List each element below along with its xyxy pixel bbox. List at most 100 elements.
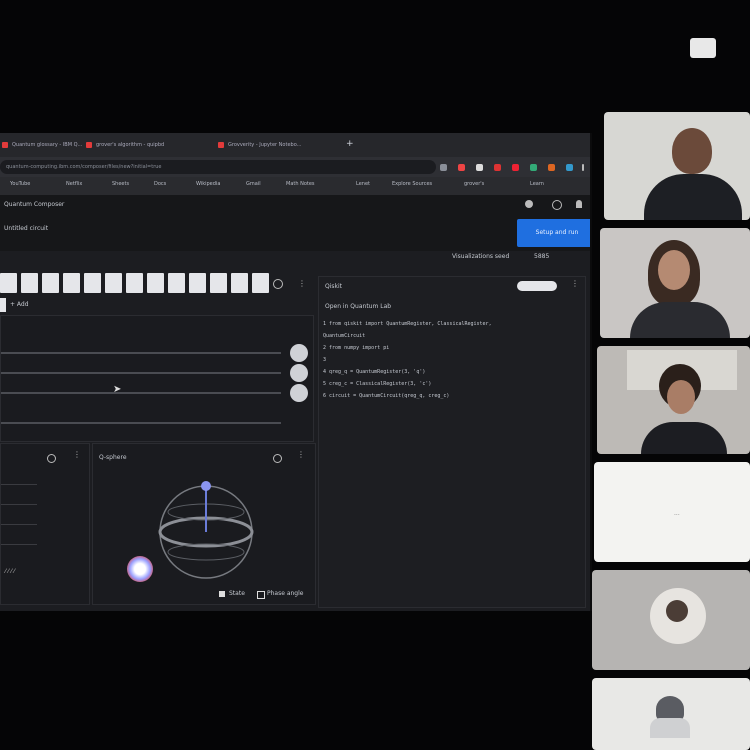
gate-tile[interactable] [252,273,269,293]
code-line: 6 circuit = QuantumCircuit(qreg_q, creg_… [323,393,450,399]
more-options-icon[interactable]: ⋮ [298,279,306,288]
open-in-lab-link[interactable]: Open in Quantum Lab [325,303,391,310]
tab-label: Quantum glossary - IBM Q... [12,142,83,148]
qsphere-graphic [158,481,254,579]
grid-line [1,544,37,545]
menu-icon[interactable] [582,164,584,171]
code-language-select[interactable]: Qiskit [325,283,342,290]
tab-favicon-icon [218,142,224,148]
tab-label: grover's algorithm - quipbd [96,142,165,148]
code-line: 4 qreg_q = QuantumRegister(3, 'q') [323,369,426,375]
participant-tile[interactable] [597,346,750,454]
user-icon[interactable] [576,200,582,208]
camera-icon[interactable] [690,38,716,58]
qubit-wire [1,372,281,374]
phase-angle-label: Phase angle [267,590,304,597]
gate-tile[interactable] [147,273,164,293]
participant-face [658,250,690,290]
participant-tile[interactable] [592,678,750,750]
gate-tile[interactable] [189,273,206,293]
bookmark[interactable]: grover's [464,181,484,187]
participant-tile[interactable]: ... [594,462,750,562]
qubit-toggle-icon[interactable] [290,364,308,382]
qubit-toggle-icon[interactable] [290,384,308,402]
gate-tile[interactable] [168,273,185,293]
more-options-icon[interactable]: ⋮ [571,279,579,288]
gate-tile[interactable] [84,273,101,293]
panel-settings-icon[interactable] [273,454,282,463]
code-line: 2 from numpy import pi [323,345,390,351]
panel-settings-icon[interactable] [47,454,56,463]
qubit-toggle-icon[interactable] [290,344,308,362]
bookmark[interactable]: Math Notes [286,181,315,187]
browser-tab[interactable]: Quantum glossary - IBM Q... [0,138,86,152]
zoom-icon[interactable] [440,164,447,171]
tab-label: Grovverity - Jupyter Notebo... [228,142,302,148]
participant-label: ... [674,510,680,517]
state-checkbox[interactable] [219,591,225,597]
gate-tile[interactable] [21,273,38,293]
bookmark[interactable]: Gmail [246,181,261,187]
bookmark[interactable]: Netflix [66,181,82,187]
participant-tile[interactable] [604,112,750,220]
bookmark[interactable]: Lenet [356,181,370,187]
extension-icon[interactable] [458,164,465,171]
gate-palette [0,273,269,295]
setup-and-run-button[interactable]: Setup and run [517,219,590,247]
bookmark[interactable]: YouTube [10,181,30,187]
participant-tile[interactable] [592,570,750,670]
tab-favicon-icon [2,142,8,148]
extension-icon[interactable] [566,164,573,171]
cursor-icon: ➤ [113,384,122,395]
new-tab-icon[interactable]: + [346,139,354,149]
extension-icon[interactable] [476,164,483,171]
code-line: 1 from qiskit import QuantumRegister, Cl… [323,321,492,327]
circuit-canvas[interactable]: ➤ [0,315,314,442]
browser-tab[interactable]: Grovverity - Jupyter Notebo... [216,138,348,152]
seed-value[interactable]: 5885 [534,253,549,260]
extension-icon[interactable] [512,164,519,171]
phase-checkbox[interactable] [257,591,265,599]
bookmark[interactable]: Sheets [112,181,129,187]
bookmark[interactable]: Docs [154,181,166,187]
probabilities-panel: ⋮ ⁄ ⁄ ⁄ ⁄ [0,443,90,605]
qsphere-select[interactable]: Q-sphere [99,454,127,461]
more-options-icon[interactable]: ⋮ [297,450,305,459]
bookmark[interactable]: Learn [530,181,544,187]
gate-tile[interactable] [42,273,59,293]
bookmark[interactable]: Explore Sources [392,181,432,187]
avatar-body [650,718,690,738]
page-subtitle: Quantum Composer [4,201,65,208]
add-register-button[interactable]: + Add [10,301,29,308]
gate-tile[interactable] [126,273,143,293]
settings-icon[interactable] [552,200,562,210]
shared-screen: Quantum glossary - IBM Q... grover's alg… [0,133,592,611]
help-icon[interactable] [525,200,533,208]
extension-icon[interactable] [548,164,555,171]
gate-tile[interactable] [105,273,122,293]
browser-tab[interactable]: grover's algorithm - quipbd [84,138,214,152]
qubit-wire [1,352,281,354]
gate-tile[interactable] [210,273,227,293]
grid-line [1,484,37,485]
phase-wheel-icon [127,556,153,582]
qsphere-panel: Q-sphere ⋮ State Phase angle [92,443,316,605]
code-toggle[interactable] [517,281,557,291]
address-bar: quantum-computing.ibm.com/composer/files… [0,157,590,177]
avatar-figure [666,600,688,622]
code-line: 5 creg_c = ClassicalRegister(3, 'c') [323,381,432,387]
participant-body [641,422,727,454]
extension-icon[interactable] [530,164,537,171]
bookmark[interactable]: Wikipedia [196,181,220,187]
gate-tile[interactable] [231,273,248,293]
gate-tile[interactable] [63,273,80,293]
more-options-icon[interactable]: ⋮ [73,450,81,459]
grid-line [1,524,37,525]
extension-icon[interactable] [494,164,501,171]
gate-tile[interactable] [0,273,17,293]
url-field[interactable]: quantum-computing.ibm.com/composer/files… [0,160,436,174]
visualizations-seed-label: Visualizations seed [452,253,510,260]
grid-line [1,504,37,505]
gate-settings-icon[interactable] [273,279,283,289]
participant-tile[interactable] [600,228,750,338]
